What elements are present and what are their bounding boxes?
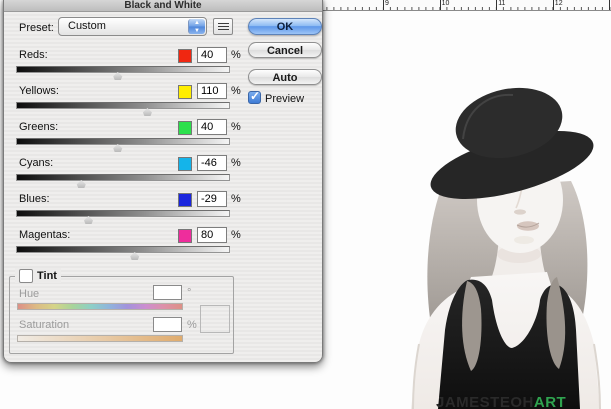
channel-unit-magentas: % [231, 229, 241, 241]
hue-label: Hue [19, 288, 39, 300]
channel-label-reds: Reds: [19, 49, 48, 61]
channel-slider-thumb-cyans[interactable] [77, 180, 86, 188]
ruler-number: 11 [498, 0, 505, 8]
channel-swatch-blues [178, 193, 192, 207]
channel-swatch-cyans [178, 157, 192, 171]
watermark-text: JAMESTEOHART [436, 394, 566, 409]
channel-swatch-reds [178, 49, 192, 63]
channel-label-blues: Blues: [19, 193, 50, 205]
channel-slider-track-reds[interactable] [16, 66, 230, 73]
saturation-gradient-bar[interactable] [17, 335, 183, 342]
channel-swatch-magentas [178, 229, 192, 243]
channel-label-cyans: Cyans: [19, 157, 53, 169]
dialog-title[interactable]: Black and White [4, 0, 322, 12]
black-and-white-dialog: Black and White Preset: Custom ▲▼ OK Can… [3, 0, 323, 363]
preset-dropdown[interactable]: Custom ▲▼ [58, 17, 207, 36]
channel-input-cyans[interactable] [197, 155, 227, 171]
channel-row-cyans: Cyans:% [4, 155, 324, 191]
hue-input[interactable] [153, 285, 182, 300]
tint-checkbox[interactable] [19, 269, 33, 283]
channel-row-yellows: Yellows:% [4, 83, 324, 119]
ruler-major-tick [609, 0, 610, 10]
horizontal-ruler: 910111213 [322, 0, 611, 11]
hue-unit: ° [187, 287, 191, 299]
channel-input-blues[interactable] [197, 191, 227, 207]
channel-unit-reds: % [231, 49, 241, 61]
ruler-number: 10 [442, 0, 450, 8]
channel-input-magentas[interactable] [197, 227, 227, 243]
channel-unit-blues: % [231, 193, 241, 205]
channel-row-greens: Greens:% [4, 119, 324, 155]
channel-label-yellows: Yellows: [19, 85, 59, 97]
ruler-major-tick [553, 0, 554, 10]
channel-slider-track-greens[interactable] [16, 138, 230, 145]
channel-unit-greens: % [231, 121, 241, 133]
channel-swatch-greens [178, 121, 192, 135]
channel-slider-thumb-reds[interactable] [113, 72, 122, 80]
ruler-number: 9 [385, 0, 389, 8]
preset-label: Preset: [19, 22, 54, 34]
preset-options-button[interactable] [213, 18, 233, 35]
channel-slider-track-magentas[interactable] [16, 246, 230, 253]
ruler-major-tick [440, 0, 441, 10]
channel-slider-thumb-magentas[interactable] [130, 252, 139, 260]
channel-row-magentas: Magentas:% [4, 227, 324, 263]
saturation-unit: % [187, 319, 197, 331]
channel-slider-track-blues[interactable] [16, 210, 230, 217]
preset-value: Custom [68, 20, 106, 32]
ruler-number: 12 [555, 0, 563, 8]
ruler-major-tick [383, 0, 384, 10]
channel-row-blues: Blues:% [4, 191, 324, 227]
channel-slider-thumb-yellows[interactable] [143, 108, 152, 116]
channel-slider-track-yellows[interactable] [16, 102, 230, 109]
saturation-label: Saturation [19, 319, 69, 331]
photoshop-canvas: 910111213 [0, 0, 611, 409]
dropdown-stepper-icon: ▲▼ [188, 19, 205, 34]
channel-unit-yellows: % [231, 85, 241, 97]
ok-button[interactable]: OK [248, 18, 322, 35]
channel-row-reds: Reds:% [4, 47, 324, 83]
channel-input-reds[interactable] [197, 47, 227, 63]
hue-gradient-bar[interactable] [17, 303, 183, 310]
channel-label-greens: Greens: [19, 121, 58, 133]
preset-list-icon [218, 23, 229, 31]
channel-slider-thumb-blues[interactable] [84, 216, 93, 224]
watermark-name: JAMESTEOH [436, 394, 534, 409]
channel-swatch-yellows [178, 85, 192, 99]
channel-unit-cyans: % [231, 157, 241, 169]
saturation-input[interactable] [153, 317, 182, 332]
channel-slider-track-cyans[interactable] [16, 174, 230, 181]
channel-input-yellows[interactable] [197, 83, 227, 99]
channel-input-greens[interactable] [197, 119, 227, 135]
channel-label-magentas: Magentas: [19, 229, 70, 241]
tint-label: Tint [37, 270, 57, 282]
watermark-suffix: ART [534, 394, 566, 409]
ruler-major-tick [496, 0, 497, 10]
tint-color-swatch [200, 305, 230, 333]
channel-slider-thumb-greens[interactable] [113, 144, 122, 152]
tint-legend: Tint [15, 268, 61, 283]
portrait-photo [371, 69, 611, 409]
